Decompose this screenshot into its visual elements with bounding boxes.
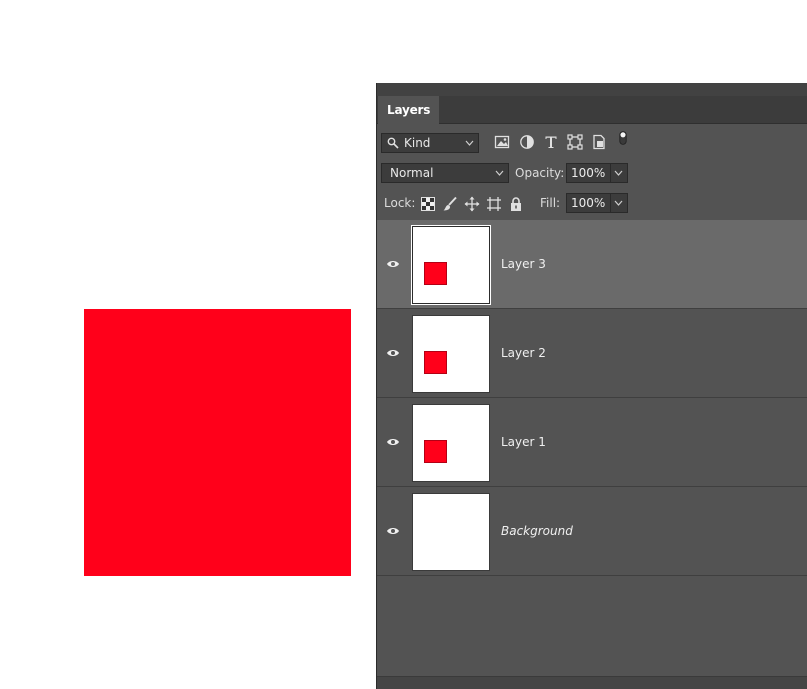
layer-thumbnail xyxy=(412,404,490,482)
layer-thumbnail xyxy=(412,315,490,393)
blend-mode-select[interactable]: Normal xyxy=(381,163,509,183)
fill-field[interactable]: 100% xyxy=(566,193,628,213)
layer-row-background[interactable]: Background xyxy=(377,487,807,576)
lock-position-icon[interactable] xyxy=(464,196,480,212)
panel-tabbar: Layers xyxy=(377,96,807,124)
opacity-label: Opacity: xyxy=(515,166,565,180)
filter-toggle-icon[interactable] xyxy=(615,130,631,146)
chevron-down-icon xyxy=(495,170,504,176)
adjustment-filter-icon[interactable] xyxy=(519,134,535,150)
layers-panel: Layers Kind Normal Opacity: 100% Lock: F… xyxy=(376,83,807,689)
image-filter-icon[interactable] xyxy=(494,134,510,150)
chevron-down-icon[interactable] xyxy=(614,200,623,206)
panel-header[interactable] xyxy=(377,83,807,97)
thumbnail-red-square xyxy=(424,262,447,285)
lock-label: Lock: xyxy=(384,196,416,210)
lock-transparent-pixels-icon[interactable] xyxy=(420,196,436,212)
layer-row-layer-3[interactable]: Layer 3 xyxy=(377,220,807,309)
opacity-field[interactable]: 100% xyxy=(566,163,628,183)
smart-object-filter-icon[interactable] xyxy=(591,134,607,150)
layer-name[interactable]: Layer 2 xyxy=(501,346,546,360)
eye-visibility-icon[interactable] xyxy=(386,259,400,269)
type-filter-icon[interactable] xyxy=(543,134,559,150)
canvas-red-square[interactable] xyxy=(84,309,351,576)
lock-fill-row: Lock: Fill: 100% xyxy=(377,190,807,216)
layer-thumbnail xyxy=(411,225,491,305)
layer-thumbnail xyxy=(412,493,490,571)
layer-name[interactable]: Layer 3 xyxy=(501,257,546,271)
shape-filter-icon[interactable] xyxy=(567,134,583,150)
blend-opacity-row: Normal Opacity: 100% xyxy=(377,160,807,186)
layer-row-layer-2[interactable]: Layer 2 xyxy=(377,309,807,398)
opacity-value: 100% xyxy=(571,166,606,180)
chevron-down-icon[interactable] xyxy=(614,170,623,176)
lock-all-icon[interactable] xyxy=(508,196,524,212)
lock-artboard-icon[interactable] xyxy=(486,196,502,212)
filter-kind-label: Kind xyxy=(404,136,431,150)
search-icon xyxy=(387,137,399,149)
thumbnail-red-square xyxy=(424,440,447,463)
blend-mode-value: Normal xyxy=(390,166,434,180)
eye-visibility-icon[interactable] xyxy=(386,348,400,358)
panel-footer-toolbar xyxy=(377,676,807,689)
layer-name[interactable]: Background xyxy=(501,524,573,538)
chevron-down-icon xyxy=(465,140,474,146)
tab-layers[interactable]: Layers xyxy=(378,96,440,124)
lock-image-pixels-icon[interactable] xyxy=(442,196,458,212)
layer-row-layer-1[interactable]: Layer 1 xyxy=(377,398,807,487)
eye-visibility-icon[interactable] xyxy=(386,526,400,536)
thumbnail-red-square xyxy=(424,351,447,374)
layer-name[interactable]: Layer 1 xyxy=(501,435,546,449)
fill-value: 100% xyxy=(571,196,606,210)
eye-visibility-icon[interactable] xyxy=(386,437,400,447)
layer-filter-row: Kind xyxy=(377,130,807,156)
filter-kind-select[interactable]: Kind xyxy=(381,133,479,153)
fill-label: Fill: xyxy=(540,196,561,210)
